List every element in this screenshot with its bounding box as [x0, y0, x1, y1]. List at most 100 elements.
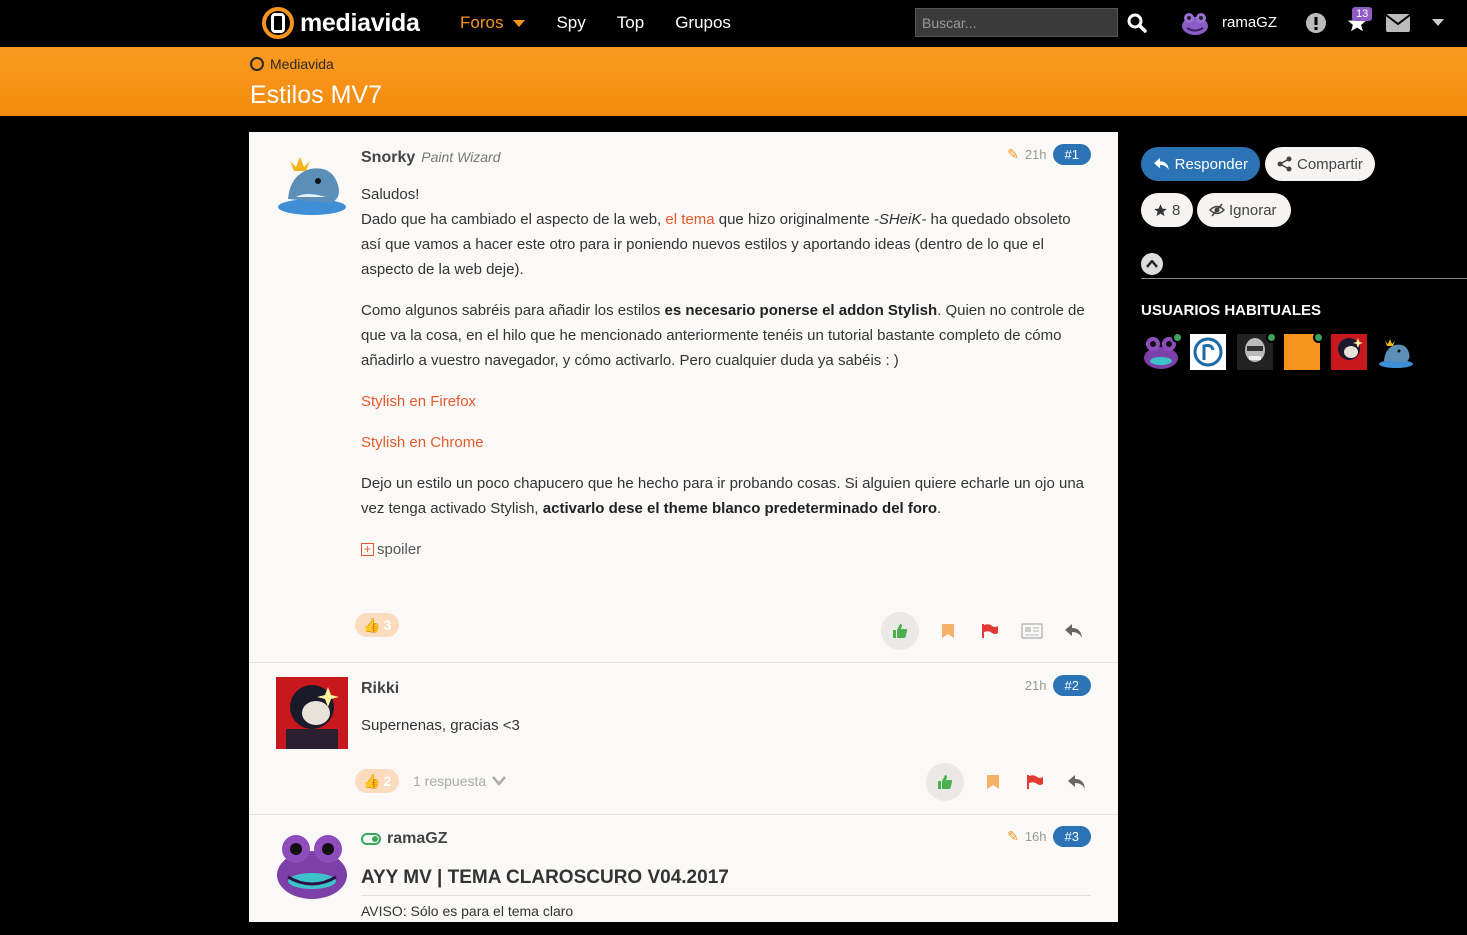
stylish-chrome-link[interactable]: Stylish en Chrome: [361, 434, 484, 451]
post-author[interactable]: Rikki: [361, 680, 399, 698]
post-number-badge[interactable]: #1: [1052, 144, 1091, 165]
post-meta: 21h #2: [1025, 675, 1091, 696]
regular-user-avatar[interactable]: [1190, 334, 1226, 370]
like-button[interactable]: [926, 763, 964, 801]
post-number-badge[interactable]: #3: [1052, 826, 1091, 847]
post-meta: ✎ 21h #1: [1007, 144, 1091, 165]
post-paragraph: Dejo un estilo un poco chapucero que he …: [361, 471, 1091, 521]
author-name: ramaGZ: [387, 830, 448, 847]
post-time[interactable]: 16h: [1025, 829, 1047, 844]
regular-user-avatar[interactable]: [1378, 334, 1414, 370]
title-divider: [361, 895, 1091, 896]
nav-spy-label: Spy: [556, 13, 586, 32]
favorite-button[interactable]: 8: [1141, 193, 1193, 227]
ignore-button[interactable]: Ignorar: [1197, 193, 1291, 227]
username-label[interactable]: ramaGZ: [1222, 14, 1277, 31]
site-logo[interactable]: mediavida: [262, 7, 420, 39]
post-body: Saludos! Dado que ha cambiado el aspecto…: [361, 182, 1091, 562]
avatar-ramagz[interactable]: [276, 829, 348, 901]
mediavida-forum-icon: [250, 57, 264, 71]
nav-grupos[interactable]: Grupos: [675, 13, 731, 33]
text-em: -SHeiK-: [873, 211, 927, 228]
replies-label: 1 respuesta: [413, 773, 487, 789]
reply-arrow-icon[interactable]: [1064, 769, 1090, 795]
share-icon: [1277, 156, 1292, 172]
regular-user-avatar[interactable]: [1331, 334, 1367, 370]
post-number-badge[interactable]: #2: [1052, 675, 1091, 696]
replies-toggle[interactable]: 1 respuesta: [413, 773, 507, 789]
quote-news-icon[interactable]: [1019, 618, 1045, 644]
user-menu-chevron-icon[interactable]: [1430, 16, 1446, 28]
likes-badge[interactable]: 👍 2: [355, 769, 400, 793]
nav-foros[interactable]: Foros: [460, 13, 526, 33]
ignore-label: Ignorar: [1229, 201, 1277, 219]
page-title: Estilos MV7: [250, 81, 382, 109]
user-avatar[interactable]: [1181, 10, 1209, 36]
regular-users-list: [1143, 332, 1414, 370]
thumbs-up-icon: 👍: [363, 772, 381, 789]
regular-user-avatar[interactable]: [1143, 332, 1183, 370]
report-flag-icon[interactable]: [1022, 769, 1048, 795]
collapse-chevron-up-icon[interactable]: [1141, 253, 1163, 275]
author-name: Snorky: [361, 149, 416, 166]
author-name: Rikki: [361, 680, 400, 697]
post-time[interactable]: 21h: [1025, 678, 1047, 693]
search-icon[interactable]: [1126, 12, 1148, 34]
post-time[interactable]: 21h: [1025, 147, 1047, 162]
reply-button[interactable]: Responder: [1141, 147, 1260, 181]
chevron-down-icon: [492, 776, 507, 786]
post-body: Supernenas, gracias <3: [361, 713, 1091, 738]
post-meta: ✎ 16h #3: [1007, 826, 1091, 847]
online-status-icon: [361, 832, 381, 845]
nav-grupos-label: Grupos: [675, 13, 731, 32]
nav-foros-label: Foros: [460, 13, 504, 32]
regular-users-title: USUARIOS HABITUALES: [1141, 302, 1322, 319]
main-nav: Foros Spy Top Grupos: [460, 13, 762, 33]
post-body: AVISO: Sólo es para el tema claro: [361, 899, 1091, 924]
post-3: ramaGZ ✎ 16h #3 AYY MV | TEMA CLAROSCURO…: [249, 815, 1118, 935]
text: Supernenas, gracias <3: [361, 717, 520, 734]
share-button[interactable]: Compartir: [1265, 147, 1375, 181]
text: Dado que ha cambiado el aspecto de la we…: [361, 211, 666, 228]
favorite-count: 8: [1172, 201, 1181, 219]
nav-top[interactable]: Top: [617, 13, 644, 33]
plus-icon: +: [361, 543, 374, 556]
post-actions: [881, 612, 1087, 650]
post-author[interactable]: ramaGZ: [361, 830, 447, 848]
avatar-rikki[interactable]: [276, 677, 348, 749]
post-2: Rikki 21h #2 Supernenas, gracias <3 👍 2 …: [249, 663, 1118, 815]
reply-arrow-icon[interactable]: [1061, 618, 1087, 644]
like-button[interactable]: [881, 612, 919, 650]
el-tema-link[interactable]: el tema: [665, 211, 714, 228]
spoiler-toggle[interactable]: + spoiler: [361, 537, 1091, 562]
text-bold: es necesario ponerse el addon Stylish: [664, 302, 938, 319]
bookmark-icon[interactable]: [935, 618, 961, 644]
post-paragraph: Stylish en Chrome: [361, 430, 1091, 455]
mail-icon[interactable]: [1385, 13, 1411, 33]
thread-posts: Snorky Paint Wizard ✎ 21h #1 Saludos! Dad…: [249, 132, 1118, 922]
regular-user-avatar[interactable]: [1237, 332, 1277, 370]
alert-icon[interactable]: [1305, 12, 1327, 34]
stylish-firefox-link[interactable]: Stylish en Firefox: [361, 393, 476, 410]
edited-pencil-icon: ✎: [1007, 146, 1019, 162]
author-title: Paint Wizard: [421, 149, 501, 165]
nav-top-label: Top: [616, 13, 645, 32]
likes-badge[interactable]: 👍 3: [355, 613, 400, 637]
report-flag-icon[interactable]: [977, 618, 1003, 644]
post-actions: [926, 763, 1090, 801]
text: AVISO: Sólo es para el tema claro: [361, 903, 574, 919]
edited-pencil-icon: ✎: [1007, 828, 1019, 844]
star-icon: [1154, 203, 1167, 216]
nav-spy[interactable]: Spy: [556, 13, 585, 33]
logo-icon: [262, 7, 294, 39]
post-author[interactable]: Snorky Paint Wizard: [361, 149, 501, 167]
breadcrumb[interactable]: Mediavida: [250, 56, 334, 72]
likes-count: 2: [383, 773, 392, 789]
post-paragraph: Stylish en Firefox: [361, 389, 1091, 414]
search-input[interactable]: [915, 8, 1118, 37]
chevron-down-icon: [1432, 18, 1444, 26]
bookmark-icon[interactable]: [980, 769, 1006, 795]
online-dot: [1313, 332, 1324, 343]
avatar-snorky[interactable]: [276, 147, 348, 219]
regular-user-avatar[interactable]: [1284, 332, 1324, 370]
